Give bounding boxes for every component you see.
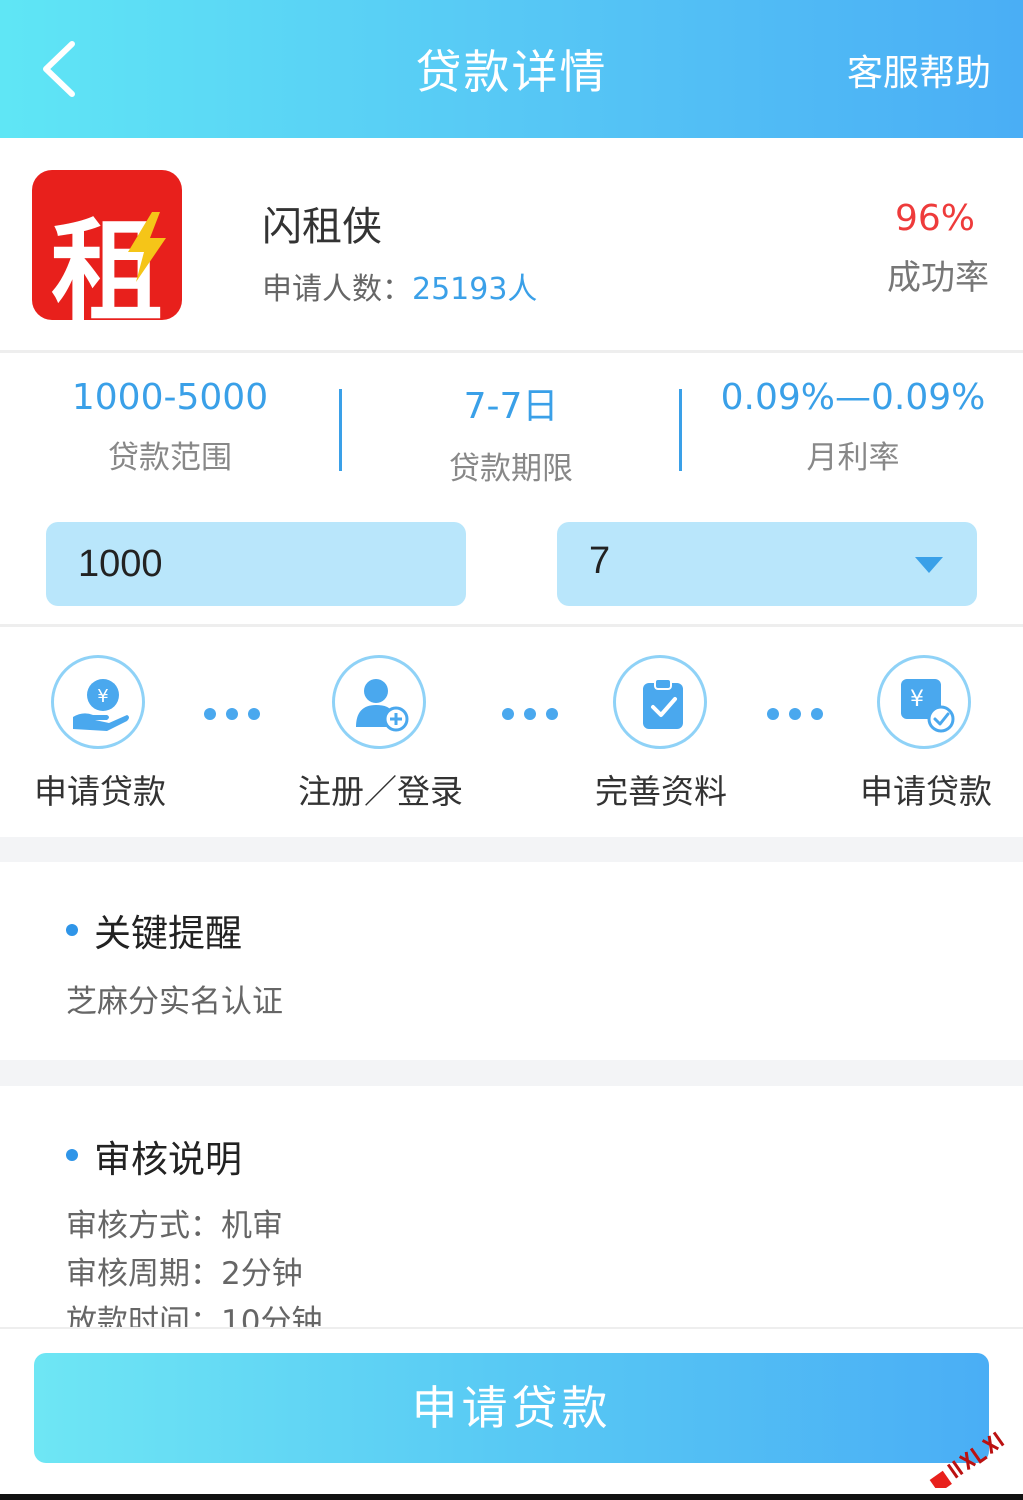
stat-monthly-rate: 0.09%—0.09% 月利率 (683, 377, 1023, 477)
stat-value: 1000-5000 (71, 377, 269, 418)
product-logo: 租 (32, 170, 182, 320)
step-loan-icon-circle: ¥ (877, 655, 971, 749)
bullet-dot (66, 1149, 78, 1161)
step-apply-icon-circle: ¥ (51, 655, 145, 749)
step-label: 申请贷款 (34, 772, 166, 811)
step-label: 完善资料 (595, 772, 727, 811)
stat-value: 0.09%—0.09% (720, 377, 986, 418)
applicant-count: 申请人数：25193人 (262, 264, 537, 308)
loan-term-select[interactable]: 7 (557, 522, 977, 606)
user-add-icon (356, 679, 409, 732)
section-gap (0, 837, 1023, 862)
svg-text:¥: ¥ (910, 687, 924, 712)
stat-label: 月利率 (806, 440, 900, 476)
clipboard-check-icon (643, 678, 683, 729)
top-bar: 贷款详情 客服帮助 (0, 0, 1023, 138)
bullet-dot (66, 924, 78, 936)
reminder-text: 芝麻分实名认证 (66, 984, 283, 1020)
money-check-icon: ¥ (901, 679, 955, 733)
svg-text:¥: ¥ (97, 686, 108, 707)
application-steps: ¥ ¥ 申请贷款 注册／登录 完善资料 申请贷款 (0, 627, 1023, 837)
success-rate-label: 成功率 (887, 258, 989, 298)
loan-amount-input[interactable] (46, 522, 466, 606)
step-label: 注册／登录 (298, 772, 463, 811)
customer-service-link[interactable]: 客服帮助 (847, 44, 991, 96)
review-line: 审核周期：2分钟 (66, 1256, 303, 1292)
apply-loan-button[interactable]: 申请贷款 (34, 1353, 989, 1463)
stat-loan-term: 7-7日 贷款期限 (341, 377, 681, 488)
step-connector (767, 705, 833, 724)
lightning-icon (128, 212, 166, 282)
section-gap (0, 1060, 1023, 1086)
success-rate-value: 96% (894, 198, 975, 239)
dropdown-arrow-icon (915, 557, 943, 573)
stat-value: 7-7日 (463, 386, 559, 427)
stat-divider (679, 389, 682, 471)
stat-loan-range: 1000-5000 贷款范围 (0, 377, 340, 477)
product-info: 租 闪租侠 申请人数：25193人 96% 成功率 (0, 138, 1023, 350)
step-register-icon-circle (332, 655, 426, 749)
loan-term-value: 7 (589, 540, 611, 582)
review-title: 审核说明 (94, 1138, 242, 1181)
applicant-count-label: 申请人数： (262, 272, 412, 307)
review-line: 审核方式：机审 (66, 1208, 283, 1244)
loan-stats: 1000-5000 贷款范围 7-7日 贷款期限 0.09%—0.09% 月利率 (0, 353, 1023, 493)
stat-label: 贷款期限 (449, 451, 573, 487)
applicant-count-value: 25193人 (412, 272, 538, 307)
step-label: 申请贷款 (860, 772, 992, 811)
step-profile-icon-circle (613, 655, 707, 749)
reminder-title: 关键提醒 (94, 912, 242, 955)
screen-bottom-edge (0, 1494, 1023, 1500)
watermark-logo (929, 1431, 1005, 1488)
step-connector (204, 705, 270, 724)
hand-money-icon: ¥ (73, 679, 129, 731)
step-connector (502, 705, 568, 724)
product-name: 闪租侠 (262, 204, 382, 250)
stat-label: 贷款范围 (108, 440, 232, 476)
